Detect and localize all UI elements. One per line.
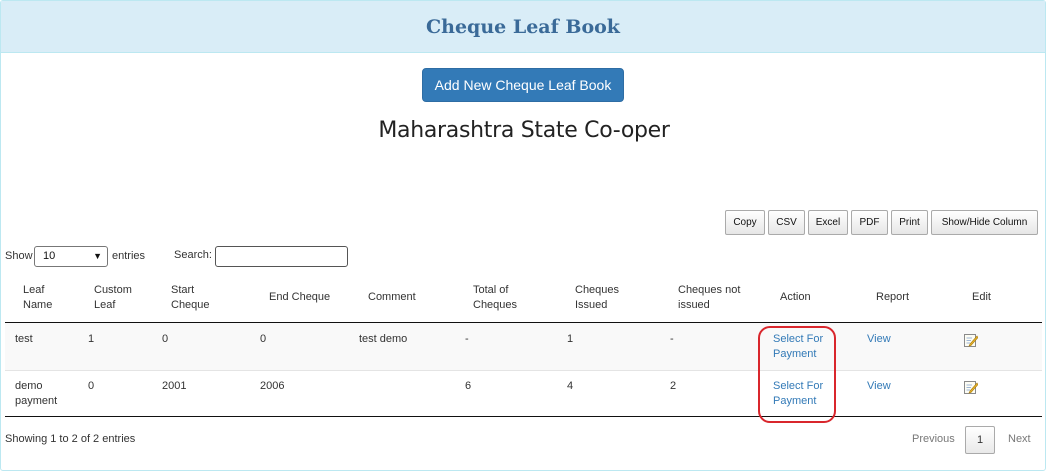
cell-end-cheque: 2006 [260, 380, 285, 392]
col-end-cheque[interactable]: End Cheque [269, 290, 330, 305]
col-leaf-name[interactable]: Leaf Name [23, 283, 52, 313]
view-report-link[interactable]: View [867, 332, 891, 347]
csv-button[interactable]: CSV [768, 210, 805, 235]
col-edit[interactable]: Edit [972, 290, 991, 305]
col-action[interactable]: Action [780, 290, 811, 305]
header-text: Leaf [94, 299, 116, 311]
show-hide-column-button[interactable]: Show/Hide Column [931, 210, 1038, 235]
header-text: Issued [575, 299, 608, 311]
show-label: Show [5, 250, 33, 262]
cell-cheques-issued: 1 [567, 333, 574, 345]
cell-cheques-issued: 4 [567, 380, 574, 392]
header-text: Name [23, 299, 53, 311]
col-report[interactable]: Report [876, 290, 909, 305]
header-text: Total of [473, 284, 509, 296]
row-divider [5, 370, 1042, 371]
col-total-cheques[interactable]: Total of Cheques [473, 283, 517, 313]
cell-start-cheque: 0 [162, 333, 169, 345]
entries-label: entries [112, 250, 146, 262]
table-bottom-border [5, 416, 1042, 417]
view-report-link[interactable]: View [867, 379, 891, 394]
panel-title: Cheque Leaf Book [426, 16, 620, 38]
header-text: issued [678, 299, 710, 311]
cell-total-cheques: - [465, 333, 469, 345]
edit-pencil-icon[interactable] [964, 333, 978, 347]
cell-leaf-name: demo payment [15, 379, 57, 409]
header-text: Leaf [23, 284, 45, 296]
add-cheque-leaf-book-button[interactable]: Add New Cheque Leaf Book [422, 68, 624, 102]
pagination-next[interactable]: Next [1008, 433, 1031, 445]
cell-text: test [15, 333, 33, 345]
cell-comment: test demo [359, 333, 408, 345]
table-info: Showing 1 to 2 of 2 entries [5, 433, 136, 445]
col-cheques-not-issued[interactable]: Cheques not issued [678, 283, 740, 313]
entries-select[interactable]: 10 ▼ [34, 246, 108, 267]
header-text: Start [171, 284, 195, 296]
cheque-leaf-panel: Cheque Leaf Book Add New Cheque Leaf Boo… [0, 0, 1046, 471]
cell-cheques-not-issued: 2 [670, 380, 677, 392]
col-cheques-issued[interactable]: Cheques Issued [575, 283, 619, 313]
header-text: Custom [94, 284, 132, 296]
search-input[interactable] [215, 246, 348, 267]
bank-name-title: Maharashtra State Co-oper [378, 118, 670, 143]
col-comment[interactable]: Comment [368, 290, 416, 305]
cell-cheques-not-issued: - [670, 333, 674, 345]
print-button[interactable]: Print [891, 210, 928, 235]
chevron-down-icon: ▼ [93, 251, 102, 261]
pdf-button[interactable]: PDF [851, 210, 888, 235]
header-text: Cheques not [678, 284, 741, 296]
pagination-page-1[interactable]: 1 [965, 426, 995, 454]
header-text: Cheques [473, 299, 518, 311]
action-highlight-annotation [758, 326, 836, 423]
search-label: Search: [174, 249, 212, 261]
cell-total-cheques: 6 [465, 380, 472, 392]
cell-custom-leaf: 0 [88, 380, 95, 392]
header-text: Cheque [171, 299, 210, 311]
panel-heading: Cheque Leaf Book [1, 1, 1045, 53]
cell-end-cheque: 0 [260, 333, 267, 345]
entries-select-value: 10 [43, 250, 56, 262]
col-start-cheque[interactable]: Start Cheque [171, 283, 210, 313]
cell-leaf-name: test [15, 332, 33, 347]
cell-custom-leaf: 1 [88, 333, 95, 345]
copy-button[interactable]: Copy [725, 210, 765, 235]
cell-start-cheque: 2001 [162, 380, 187, 392]
pagination-previous[interactable]: Previous [912, 433, 955, 445]
excel-button[interactable]: Excel [808, 210, 848, 235]
cell-text: demo [15, 380, 43, 392]
edit-pencil-icon[interactable] [964, 380, 978, 394]
cell-text: payment [15, 395, 58, 407]
col-custom-leaf[interactable]: Custom Leaf [94, 283, 132, 313]
header-text: Cheques [575, 284, 620, 296]
